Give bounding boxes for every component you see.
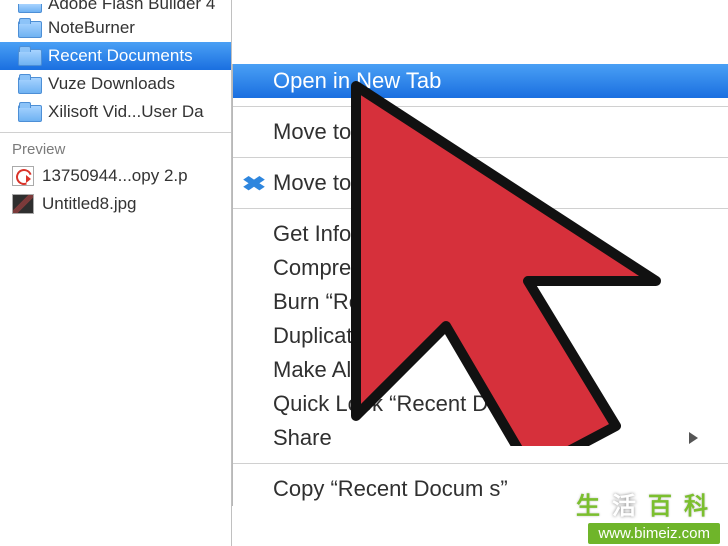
menu-item-label: Open in New Tab xyxy=(273,68,441,94)
dropbox-icon xyxy=(243,174,265,192)
menu-item-label: Move to xyxy=(273,170,351,196)
folder-icon xyxy=(18,47,40,65)
site-watermark: 生活百科 www.bimeiz.com xyxy=(518,480,728,546)
menu-item-burn[interactable]: Burn “Recent Do ts” … xyxy=(233,285,728,319)
menu-item-label: Burn “Recent Do ts” … xyxy=(273,289,496,315)
preview-item-label: Untitled8.jpg xyxy=(42,194,137,214)
watermark-char: 生 xyxy=(576,493,612,520)
menu-item-label: Get Info xyxy=(273,221,351,247)
menu-item-compress[interactable]: Compress “Rec xyxy=(233,251,728,285)
menu-separator xyxy=(233,106,728,107)
sidebar-folder-label: Vuze Downloads xyxy=(48,74,175,94)
preview-item-label: 13750944...opy 2.p xyxy=(42,166,188,186)
menu-item-label: Move to T xyxy=(273,119,370,145)
sidebar-folder-noteburner[interactable]: NoteBurner xyxy=(0,14,231,42)
sidebar-folder-label: Xilisoft Vid...User Da xyxy=(48,102,204,122)
folder-icon xyxy=(18,0,40,14)
sidebar-folder-adobe-flash-builder[interactable]: Adobe Flash Builder 4 xyxy=(0,0,231,14)
menu-item-label: Duplicate xyxy=(273,323,365,349)
menu-item-duplicate[interactable]: Duplicate xyxy=(233,319,728,353)
folder-icon xyxy=(18,19,40,37)
menu-item-label: Copy “Recent Docum s” xyxy=(273,476,508,502)
context-menu: Open in New Tab Move to T Move to Get In… xyxy=(232,64,728,506)
watermark-char: 百科 xyxy=(648,493,720,520)
menu-item-share[interactable]: Share xyxy=(233,421,728,455)
menu-item-label: Compress “Rec xyxy=(273,255,426,281)
pdf-thumbnail-icon xyxy=(12,166,34,186)
menu-item-label: Share xyxy=(273,425,332,451)
menu-item-quick-look[interactable]: Quick Look “Recent Documents” xyxy=(233,387,728,421)
menu-item-open-in-new-tab[interactable]: Open in New Tab xyxy=(233,64,728,98)
menu-separator xyxy=(233,157,728,158)
jpg-thumbnail-icon xyxy=(12,194,34,214)
menu-item-move-to-dropbox[interactable]: Move to xyxy=(233,166,728,200)
menu-item-make-alias[interactable]: Make Alias xyxy=(233,353,728,387)
sidebar-folder-label: NoteBurner xyxy=(48,18,135,38)
watermark-char: 活 xyxy=(612,493,648,520)
watermark-chinese-text: 生活百科 xyxy=(518,486,720,521)
preview-item-pdf[interactable]: 13750944...opy 2.p xyxy=(0,162,231,190)
menu-item-label: Quick Look “Recent Documents” xyxy=(273,391,591,417)
sidebar-folder-recent-documents[interactable]: Recent Documents xyxy=(0,42,231,70)
sidebar-folder-vuze-downloads[interactable]: Vuze Downloads xyxy=(0,70,231,98)
menu-separator xyxy=(233,463,728,464)
watermark-url: www.bimeiz.com xyxy=(588,523,720,544)
sidebar-folder-label: Adobe Flash Builder 4 xyxy=(48,0,215,14)
sidebar-folder-label: Recent Documents xyxy=(48,46,193,66)
sidebar-folder-xilisoft[interactable]: Xilisoft Vid...User Da xyxy=(0,98,231,126)
menu-item-get-info[interactable]: Get Info xyxy=(233,217,728,251)
submenu-arrow-icon xyxy=(689,432,698,444)
finder-sidebar: Adobe Flash Builder 4 NoteBurner Recent … xyxy=(0,0,232,546)
menu-separator xyxy=(233,208,728,209)
folder-icon xyxy=(18,103,40,121)
preview-item-jpg[interactable]: Untitled8.jpg xyxy=(0,190,231,218)
sidebar-section-preview-header: Preview xyxy=(0,132,231,162)
menu-item-label: Make Alias xyxy=(273,357,379,383)
menu-item-move-to-trash[interactable]: Move to T xyxy=(233,115,728,149)
folder-icon xyxy=(18,75,40,93)
